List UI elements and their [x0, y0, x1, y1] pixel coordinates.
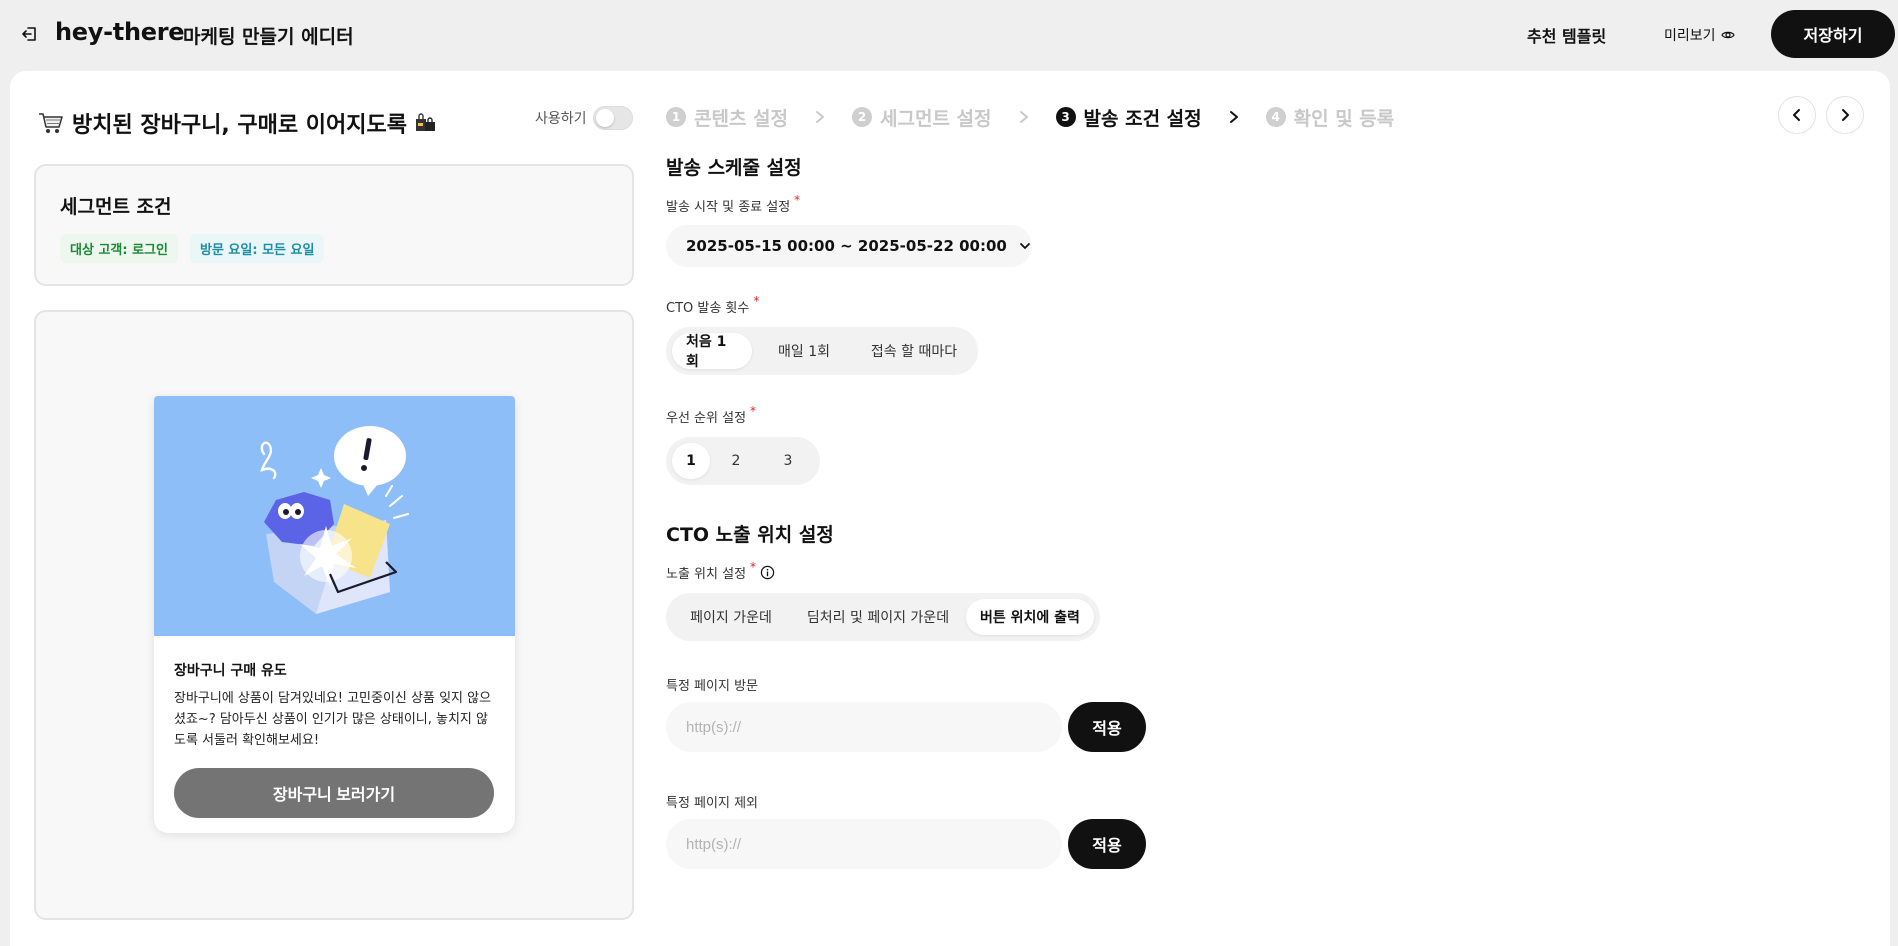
required-mark: *	[753, 293, 760, 308]
popup-illustration	[154, 396, 515, 636]
position-section-title: CTO 노출 위치 설정	[666, 524, 834, 546]
step-indicator: 1 콘텐츠 설정 2 세그먼트 설정 3 발송 조건 설정 4 확인 및 등록	[666, 103, 1394, 131]
popup-preview: 장바구니 구매 유도 장바구니에 상품이 담겨있네요! 고민중이신 상품 잊지 …	[154, 396, 515, 833]
chevron-right-icon	[806, 103, 834, 131]
campaign-title: 방치된 장바구니, 구매로 이어지도록	[38, 107, 437, 139]
preview-link-label: 미리보기	[1664, 28, 1716, 44]
position-option[interactable]: 페이지 가운데	[672, 599, 790, 635]
required-mark: *	[750, 559, 757, 574]
priority-option[interactable]: 2	[710, 443, 762, 479]
chevron-right-icon	[1842, 109, 1849, 121]
required-mark: *	[750, 403, 757, 418]
next-step-button[interactable]	[1826, 96, 1864, 134]
date-range-value: 2025-05-15 00:00 ~ 2025-05-22 00:00	[686, 237, 1007, 255]
priority-label-text: 우선 순위 설정	[666, 411, 747, 426]
exclude-page-url-input[interactable]	[666, 819, 1062, 869]
save-button[interactable]: 저장하기	[1771, 10, 1895, 58]
step-number: 2	[852, 107, 873, 127]
step-send-conditions[interactable]: 3 발송 조건 설정	[1055, 104, 1202, 131]
eye-icon	[1720, 31, 1735, 39]
popup-preview-area: 장바구니 구매 유도 장바구니에 상품이 담겨있네요! 고민중이신 상품 잊지 …	[34, 310, 634, 920]
shopping-cart-icon	[39, 113, 63, 133]
position-option[interactable]: 딤처리 및 페이지 가운데	[790, 599, 966, 635]
date-range-label: 발송 시작 및 종료 설정 *	[666, 192, 801, 216]
template-link[interactable]: 추천 템플릿	[1527, 23, 1606, 47]
surprised-box-illustration	[260, 426, 409, 614]
priority-option[interactable]: 1	[672, 443, 710, 479]
shopping-bags-icon	[415, 113, 435, 131]
editor-panel: 방치된 장바구니, 구매로 이어지도록 사용하기 세그먼트 조건 대상 고객: …	[10, 71, 1890, 946]
chevron-right-icon	[1010, 103, 1038, 131]
frequency-selector: 처음 1회 매일 1회 접속 할 때마다	[666, 327, 978, 375]
date-range-label-text: 발송 시작 및 종료 설정	[666, 200, 791, 215]
frequency-label-text: CTO 발송 횟수	[666, 301, 750, 316]
segment-tag: 대상 고객: 로그인	[60, 234, 178, 263]
chevron-down-icon	[1019, 243, 1030, 249]
segment-tags: 대상 고객: 로그인 방문 요일: 모든 요일	[60, 234, 325, 263]
exit-icon[interactable]	[20, 24, 40, 44]
frequency-option[interactable]: 매일 1회	[752, 333, 856, 369]
use-toggle-label: 사용하기	[535, 111, 587, 127]
position-option[interactable]: 버튼 위치에 출력	[966, 599, 1094, 635]
exclude-apply-button[interactable]: 적용	[1068, 819, 1146, 869]
chevron-left-icon	[1793, 109, 1800, 121]
required-mark: *	[794, 192, 801, 207]
priority-label: 우선 순위 설정 *	[666, 403, 757, 427]
step-review-register[interactable]: 4 확인 및 등록	[1265, 104, 1395, 131]
priority-option[interactable]: 3	[762, 443, 814, 479]
use-toggle[interactable]	[592, 106, 633, 130]
position-label: 노출 위치 설정 *	[666, 559, 775, 582]
preview-link[interactable]: 미리보기	[1664, 25, 1735, 45]
step-number: 3	[1055, 107, 1076, 127]
date-range-picker[interactable]: 2025-05-15 00:00 ~ 2025-05-22 00:00	[666, 225, 1032, 267]
brand-logo[interactable]: hey-there	[55, 18, 185, 46]
include-page-label: 특정 페이지 방문	[666, 679, 758, 694]
info-icon[interactable]	[760, 565, 775, 580]
step-label: 세그먼트 설정	[880, 107, 992, 130]
frequency-label: CTO 발송 횟수 *	[666, 293, 760, 317]
segment-tag: 방문 요일: 모든 요일	[189, 234, 325, 263]
frequency-option[interactable]: 접속 할 때마다	[856, 333, 972, 369]
position-label-text: 노출 위치 설정	[666, 567, 747, 582]
segment-conditions-card: 세그먼트 조건 대상 고객: 로그인 방문 요일: 모든 요일	[34, 164, 634, 286]
schedule-section-title: 발송 스케줄 설정	[666, 157, 802, 179]
include-apply-button[interactable]: 적용	[1068, 702, 1146, 752]
chevron-right-icon	[1220, 103, 1248, 131]
step-number: 4	[1265, 107, 1286, 127]
popup-title: 장바구니 구매 유도	[174, 663, 287, 679]
use-toggle-group: 사용하기	[535, 106, 633, 130]
editor-title: 마케팅 만들기 에디터	[183, 26, 354, 48]
step-label: 콘텐츠 설정	[694, 107, 789, 130]
top-bar: hey-there 마케팅 만들기 에디터 추천 템플릿 미리보기 저장하기	[0, 0, 1898, 68]
position-selector: 페이지 가운데 딤처리 및 페이지 가운데 버튼 위치에 출력	[666, 593, 1100, 641]
step-segment-settings[interactable]: 2 세그먼트 설정	[852, 104, 992, 131]
include-page-url-input[interactable]	[666, 702, 1062, 752]
campaign-title-text: 방치된 장바구니, 구매로 이어지도록	[72, 113, 407, 138]
step-label: 발송 조건 설정	[1083, 107, 1202, 130]
prev-step-button[interactable]	[1778, 96, 1816, 134]
step-content-settings[interactable]: 1 콘텐츠 설정	[666, 104, 788, 131]
step-number: 1	[666, 107, 686, 127]
exclude-page-label: 특정 페이지 제외	[666, 796, 758, 811]
priority-selector: 1 2 3	[666, 437, 820, 485]
popup-cta-button[interactable]: 장바구니 보러가기	[174, 768, 494, 818]
popup-body: 장바구니에 상품이 담겨있네요! 고민중이신 상품 잊지 않으셨죠~? 담아두신…	[174, 691, 492, 748]
segment-title: 세그먼트 조건	[60, 196, 172, 218]
frequency-option[interactable]: 처음 1회	[672, 333, 752, 370]
step-label: 확인 및 등록	[1293, 107, 1395, 130]
